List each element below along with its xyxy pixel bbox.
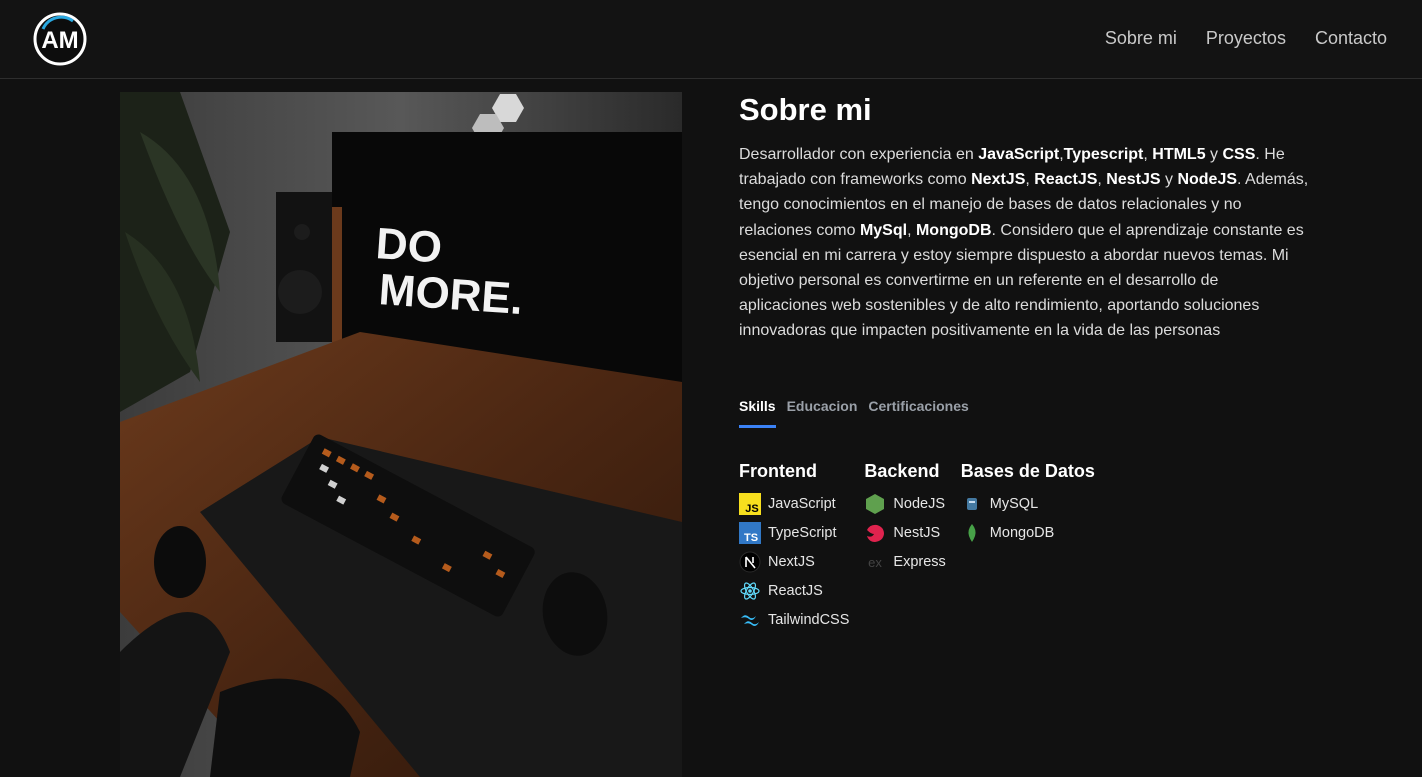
- top-navbar: AM Sobre mi Proyectos Contacto: [0, 0, 1422, 79]
- skill-label: TypeScript: [768, 524, 837, 541]
- desk-setup-photo: DO MORE.: [120, 92, 682, 777]
- bio-text: ,: [1097, 171, 1107, 189]
- nav-link-contacto[interactable]: Contacto: [1315, 26, 1387, 50]
- skills-panel: Frontend JS JavaScript TS TypeScript Nex…: [739, 460, 1110, 634]
- bio-text: y: [1160, 171, 1178, 189]
- skill-label: NestJS: [893, 524, 941, 541]
- nav-link-proyectos[interactable]: Proyectos: [1206, 26, 1286, 50]
- bio-highlight: NestJS: [1106, 171, 1161, 189]
- bio-highlight: HTML5: [1152, 146, 1206, 163]
- nav-link-sobre-mi[interactable]: Sobre mi: [1105, 26, 1177, 50]
- skill-item: TailwindCSS: [739, 605, 849, 634]
- react-icon: [739, 580, 761, 602]
- skill-label: NextJS: [768, 553, 815, 570]
- nodejs-icon: [864, 493, 886, 515]
- page-title: Sobre mi: [739, 92, 872, 127]
- typescript-icon: TS: [739, 521, 761, 544]
- about-section: Sobre mi Desarrollador con experiencia e…: [739, 92, 1309, 628]
- bio-highlight: MongoDB: [915, 221, 992, 239]
- mongodb-icon: [961, 522, 983, 544]
- express-icon: ex: [864, 551, 886, 573]
- skill-label: MySQL: [989, 495, 1039, 512]
- skill-item: TS TypeScript: [739, 518, 849, 547]
- skill-item: NodeJS: [864, 489, 945, 518]
- bio-highlight: CSS: [1222, 146, 1256, 163]
- skill-item: JS JavaScript: [739, 489, 849, 518]
- javascript-icon: JS: [739, 492, 761, 515]
- bio-highlight: NextJS: [971, 171, 1026, 189]
- skill-item: MySQL: [961, 489, 1095, 518]
- bio-paragraph: Desarrollador con experiencia en JavaScr…: [739, 142, 1309, 344]
- tab-bar: Skills Educacion Certificaciones: [739, 398, 969, 428]
- bio-text: y: [1205, 146, 1223, 163]
- bio-highlight: JavaScript: [978, 146, 1060, 163]
- skills-databases-column: Bases de Datos MySQL MongoDB: [961, 460, 1095, 634]
- bio-highlight: ReactJS: [1034, 171, 1098, 189]
- tab-educacion[interactable]: Educacion: [787, 398, 858, 428]
- bio-text: . Considero que el aprendizaje constante…: [739, 221, 1304, 340]
- skill-label: Express: [893, 553, 946, 570]
- nextjs-icon: [739, 551, 761, 573]
- skill-label: MongoDB: [989, 524, 1055, 541]
- svg-text:AM: AM: [41, 27, 78, 54]
- tailwind-icon: [739, 609, 761, 631]
- tab-skills[interactable]: Skills: [739, 398, 776, 428]
- backend-heading: Backend: [864, 461, 940, 481]
- skill-label: ReactJS: [768, 582, 823, 599]
- skill-label: JavaScript: [768, 495, 836, 512]
- databases-heading: Bases de Datos: [960, 461, 1095, 481]
- bio-highlight: Typescript: [1063, 146, 1144, 163]
- main-nav: Sobre mi Proyectos Contacto: [1105, 26, 1387, 50]
- svg-text:JS: JS: [745, 503, 758, 515]
- skill-item: ReactJS: [739, 576, 849, 605]
- skills-backend-column: Backend NodeJS NestJS ex Express: [864, 460, 945, 634]
- mysql-icon: [961, 493, 983, 515]
- skill-item: ex Express: [864, 547, 946, 576]
- tab-certificaciones[interactable]: Certificaciones: [868, 398, 968, 428]
- svg-text:MORE.: MORE.: [377, 265, 524, 324]
- skill-label: TailwindCSS: [768, 611, 850, 628]
- skill-item: MongoDB: [961, 518, 1095, 547]
- logo[interactable]: AM: [33, 12, 87, 66]
- svg-text:ex: ex: [869, 555, 883, 570]
- frontend-heading: Frontend: [739, 461, 817, 481]
- bio-highlight: MySql: [859, 221, 908, 239]
- skill-item: NextJS: [739, 547, 849, 576]
- nestjs-icon: [864, 522, 886, 544]
- skills-frontend-column: Frontend JS JavaScript TS TypeScript Nex…: [739, 460, 849, 634]
- bio-highlight: NodeJS: [1177, 171, 1238, 189]
- bio-text: ,: [1143, 146, 1153, 163]
- svg-text:TS: TS: [744, 532, 758, 544]
- bio-text: Desarrollador con experiencia en: [739, 146, 979, 163]
- bio-text: ,: [907, 221, 916, 239]
- skill-item: NestJS: [864, 518, 945, 547]
- skill-label: NodeJS: [893, 495, 945, 512]
- bio-text: ,: [1025, 171, 1035, 189]
